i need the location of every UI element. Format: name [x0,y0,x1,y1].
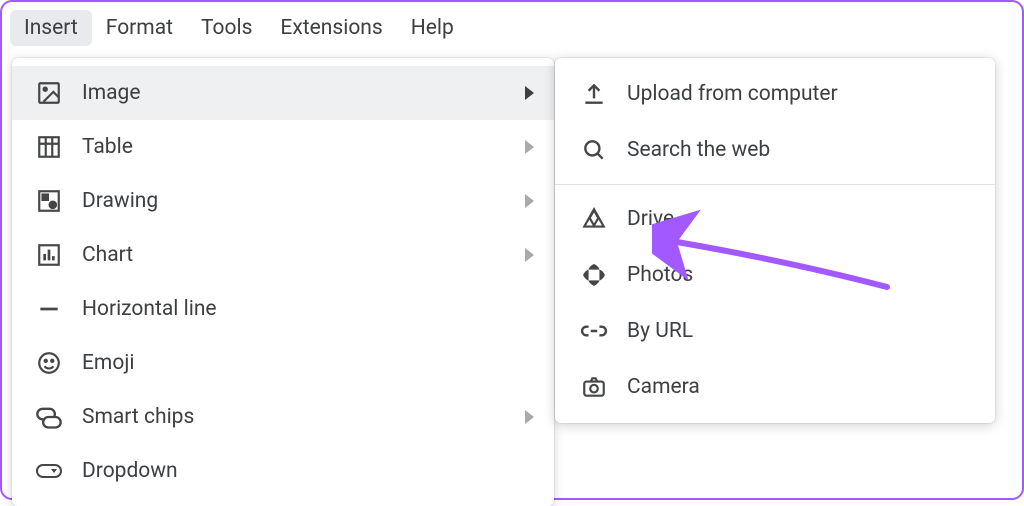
horizontal-line-icon [34,294,64,324]
menu-item-label: Chart [82,243,525,267]
dropdown-icon [34,456,64,486]
menu-item-horizontal-line[interactable]: Horizontal line [12,282,554,336]
smart-chips-icon [34,402,64,432]
menu-format[interactable]: Format [92,10,187,46]
menu-item-label: Drawing [82,189,525,213]
menu-item-drawing[interactable]: Drawing [12,174,554,228]
submenu-arrow-icon [525,410,534,424]
submenu-arrow-icon [525,86,534,100]
drawing-icon [34,186,64,216]
submenu-arrow-icon [525,140,534,154]
menu-label: Format [106,16,173,40]
submenu-item-label: Camera [627,375,975,399]
submenu-item-label: Search the web [627,138,975,162]
submenu-item-camera[interactable]: Camera [555,359,995,415]
submenu-item-by-url[interactable]: By URL [555,303,995,359]
submenu-arrow-icon [525,194,534,208]
submenu-item-search[interactable]: Search the web [555,122,995,178]
submenu-item-drive[interactable]: Drive [555,191,995,247]
drive-icon [579,204,609,234]
submenu-item-label: Photos [627,263,975,287]
menu-label: Help [411,16,454,40]
menu-label: Tools [201,16,252,40]
menu-item-smart-chips[interactable]: Smart chips [12,390,554,444]
photos-icon [579,260,609,290]
submenu-item-label: Upload from computer [627,82,975,106]
submenu-item-label: By URL [627,319,975,343]
upload-icon [579,79,609,109]
menu-item-label: Image [82,81,525,105]
submenu-arrow-icon [525,248,534,262]
menu-item-table[interactable]: Table [12,120,554,174]
menu-label: Insert [24,16,78,40]
menu-item-emoji[interactable]: Emoji [12,336,554,390]
link-icon [579,316,609,346]
menu-label: Extensions [280,16,382,40]
table-icon [34,132,64,162]
camera-icon [579,372,609,402]
menu-insert[interactable]: Insert [10,10,92,46]
menu-item-label: Dropdown [82,459,534,483]
emoji-icon [34,348,64,378]
menu-extensions[interactable]: Extensions [266,10,396,46]
menu-item-chart[interactable]: Chart [12,228,554,282]
menubar: Insert Format Tools Extensions Help [2,2,1022,50]
menu-tools[interactable]: Tools [187,10,266,46]
menu-item-label: Emoji [82,351,534,375]
image-submenu: Upload from computer Search the web Driv… [555,58,995,423]
submenu-item-upload[interactable]: Upload from computer [555,66,995,122]
menu-item-image[interactable]: Image [12,66,554,120]
submenu-item-label: Drive [627,207,975,231]
submenu-divider [555,184,995,185]
search-icon [579,135,609,165]
insert-dropdown: Image Table Drawing Chart Horizontal lin… [12,58,554,506]
image-icon [34,78,64,108]
chart-icon [34,240,64,270]
menu-item-dropdown[interactable]: Dropdown [12,444,554,498]
menu-help[interactable]: Help [397,10,468,46]
menu-item-label: Smart chips [82,405,525,429]
submenu-item-photos[interactable]: Photos [555,247,995,303]
menu-item-label: Table [82,135,525,159]
menu-item-label: Horizontal line [82,297,534,321]
